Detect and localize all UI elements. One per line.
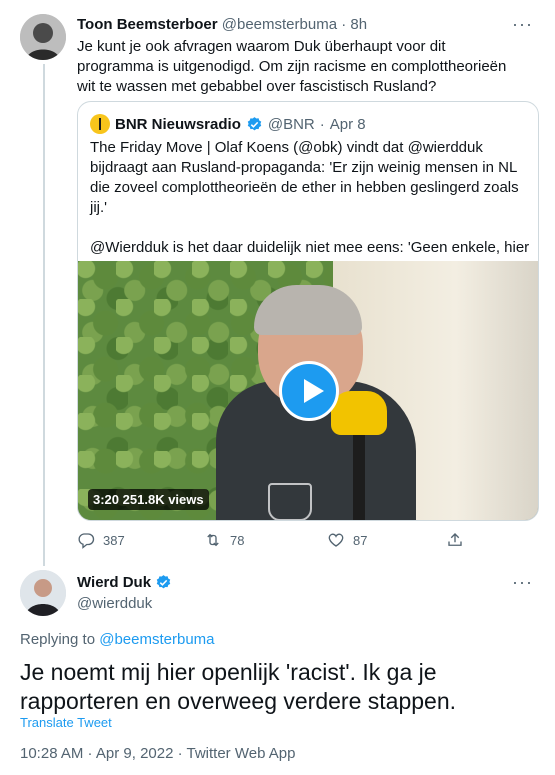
retweet-icon	[207, 533, 219, 547]
more-options-icon[interactable]: ···	[512, 14, 533, 35]
glass	[268, 483, 312, 520]
main-author-name[interactable]: Wierd Duk	[77, 574, 151, 591]
verified-badge-icon	[156, 575, 171, 589]
share-icon	[448, 533, 462, 546]
replying-to-handle[interactable]: @beemsterbuma	[99, 631, 214, 648]
main-tweet-text: Je noemt mij hier openlijk 'racist'. Ik …	[20, 659, 457, 714]
quoted-author-handle[interactable]: @BNR	[268, 116, 315, 133]
quoted-tweet-text: The Friday Move | Olaf Koens (@obk) vind…	[90, 138, 530, 278]
avatar-photo	[20, 570, 66, 616]
quoted-tweet-card[interactable]: BNR Nieuwsradio @BNR · Apr 8 The Friday …	[77, 101, 539, 521]
tweet-timestamp-source[interactable]: 10:28 AM · Apr 9, 2022 · Twitter Web App	[20, 745, 295, 762]
thread-connector-line	[43, 64, 45, 566]
tweet-header: Toon Beemsterboer @beemsterbuma · 8h	[77, 16, 367, 33]
quoted-tweet-header: BNR Nieuwsradio @BNR · Apr 8	[90, 114, 366, 134]
translate-tweet-link[interactable]: Translate Tweet	[20, 715, 112, 730]
tweet-action-bar: 387 78 87	[77, 531, 477, 553]
main-author-name-row: Wierd Duk	[77, 574, 172, 591]
quoted-text-paragraph-1: The Friday Move | Olaf Koens (@obk) vind…	[90, 139, 519, 216]
main-author-handle[interactable]: @wierdduk	[77, 595, 152, 612]
author-name[interactable]: Toon Beemsterboer	[77, 16, 218, 33]
video-meta-badge: 3:20 251.8K views	[88, 489, 209, 510]
microphone-stand	[353, 431, 365, 520]
microphone	[331, 391, 387, 435]
quoted-author-name[interactable]: BNR Nieuwsradio	[115, 116, 241, 133]
like-action[interactable]: 87	[327, 531, 367, 549]
replying-to-line: Replying to @beemsterbuma	[20, 631, 215, 648]
video-views: 251.8K views	[122, 492, 204, 507]
reply-icon	[78, 533, 95, 549]
avatar-wierd-duk[interactable]	[20, 570, 66, 616]
author-handle[interactable]: @beemsterbuma	[222, 16, 337, 33]
video-player[interactable]: 3:20 251.8K views	[78, 261, 538, 520]
avatar-toon-beemsterboer[interactable]	[20, 14, 66, 60]
separator-dot: ·	[319, 115, 325, 133]
tweet-time[interactable]: 8h	[350, 16, 367, 33]
tweet-text: Je kunt je ook afvragen waarom Duk überh…	[77, 38, 507, 95]
avatar-photo	[20, 14, 66, 60]
reply-count: 387	[103, 532, 125, 548]
replying-to-label: Replying to	[20, 631, 100, 648]
heart-icon	[328, 533, 344, 547]
video-duration: 3:20	[93, 492, 120, 507]
verified-badge-icon	[247, 116, 262, 130]
share-action[interactable]	[446, 531, 464, 549]
play-icon[interactable]	[279, 361, 339, 421]
separator-dot: ·	[341, 16, 347, 33]
quoted-tweet-date[interactable]: Apr 8	[330, 116, 366, 133]
retweet-action[interactable]: 78	[204, 531, 244, 549]
bnr-logo-icon	[90, 114, 110, 134]
reply-action[interactable]: 387	[77, 531, 125, 549]
like-count: 87	[353, 532, 368, 548]
retweet-count: 78	[230, 532, 245, 548]
more-options-icon[interactable]: ···	[512, 572, 533, 593]
